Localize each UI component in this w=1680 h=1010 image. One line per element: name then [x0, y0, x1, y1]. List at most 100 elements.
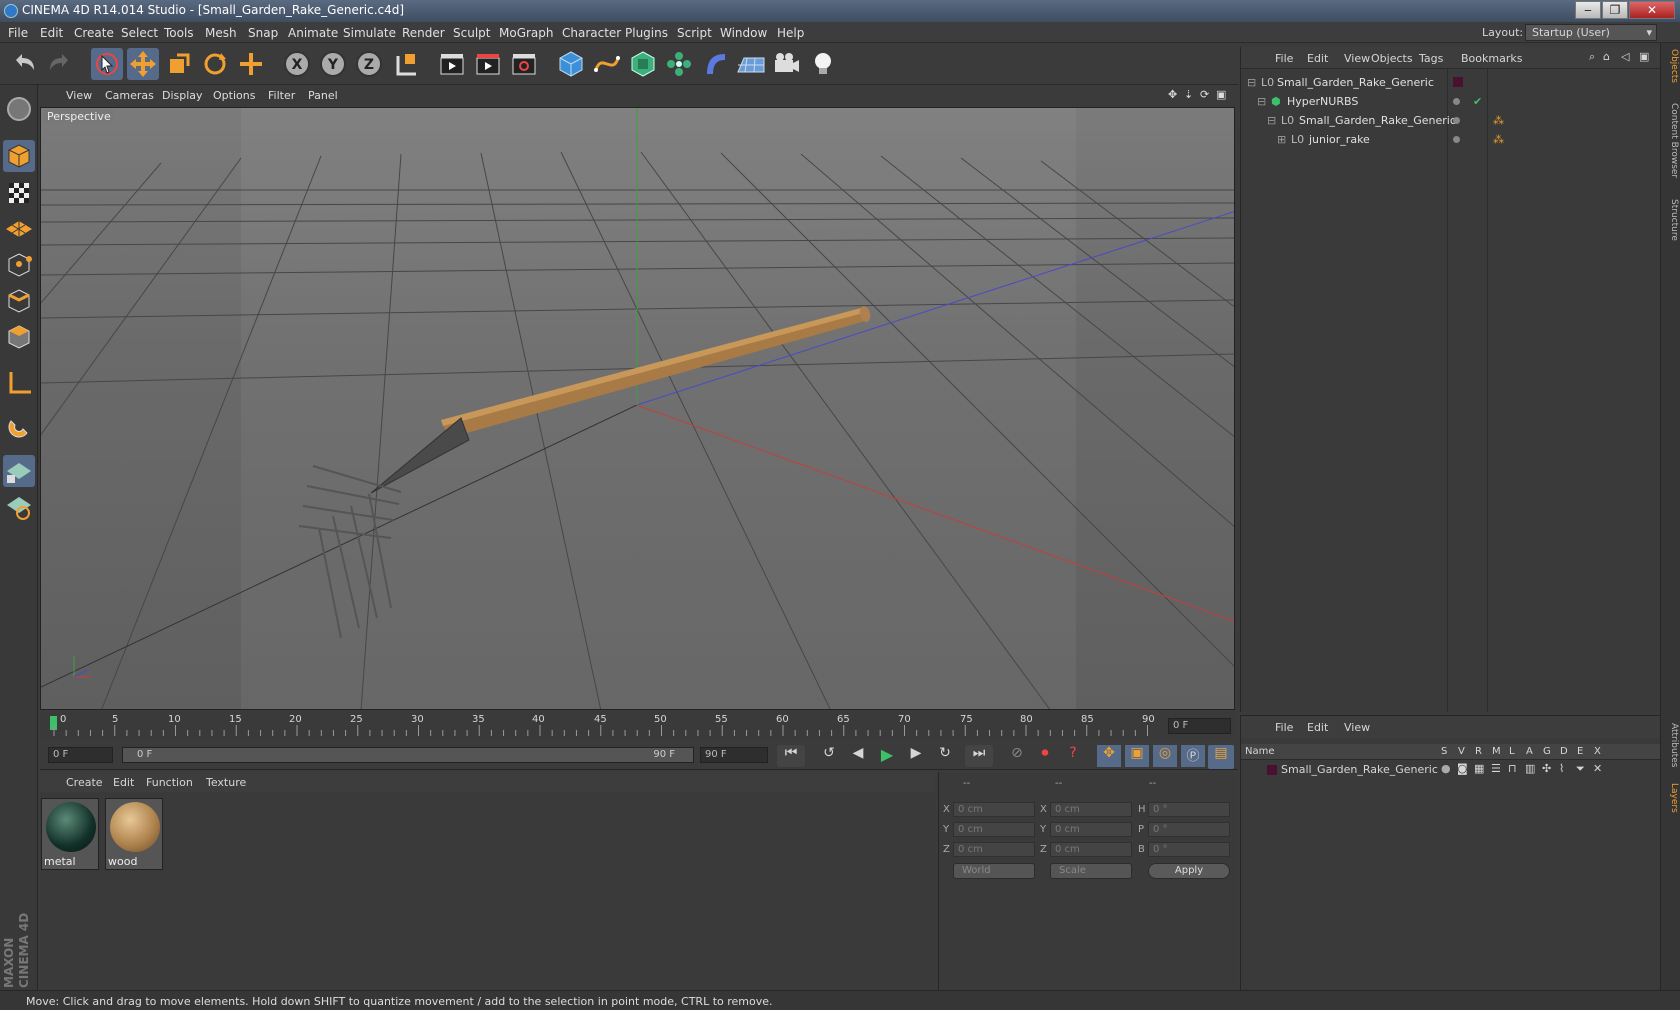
viewport-menu-options[interactable]: Options — [213, 89, 255, 102]
key-parameter-button[interactable]: Ⓟ — [1181, 745, 1205, 767]
object-menu-edit[interactable]: Edit — [1307, 52, 1328, 65]
menu-character[interactable]: Character — [562, 26, 621, 40]
size-y-field[interactable]: 0 cm — [1050, 822, 1132, 837]
nurbs-button[interactable] — [627, 48, 659, 80]
redo-button[interactable] — [44, 48, 76, 80]
viewport-menu-panel[interactable]: Panel — [308, 89, 338, 102]
maximize-view-icon[interactable]: ▣ — [1216, 88, 1226, 101]
render-picture-viewer-button[interactable] — [472, 48, 504, 80]
frame-range-slider[interactable]: 0 F 90 F — [122, 747, 694, 763]
menu-sculpt[interactable]: Sculpt — [453, 26, 490, 40]
layer-menu-edit[interactable]: Edit — [1307, 721, 1328, 734]
material-swatch-wood[interactable]: wood — [105, 798, 163, 870]
y-axis-button[interactable]: Y — [317, 48, 349, 80]
spline-pen-button[interactable] — [591, 48, 623, 80]
expand-icon[interactable]: ⊞ — [1277, 133, 1286, 146]
previous-frame-button[interactable]: ◀ — [845, 745, 871, 767]
manager-list-icon[interactable]: ☰ — [1491, 762, 1501, 775]
viewport-menu-display[interactable]: Display — [162, 89, 203, 102]
record-keys-button[interactable]: ⊘ — [1005, 745, 1029, 767]
viewport-menu-view[interactable]: View — [66, 89, 92, 102]
viewport-menu-filter[interactable]: Filter — [268, 89, 295, 102]
maximize-button[interactable]: ❐ — [1602, 1, 1628, 19]
viewport-menu-cameras[interactable]: Cameras — [105, 89, 154, 102]
close-button[interactable]: ✕ — [1629, 1, 1675, 19]
polygons-mode-button[interactable] — [3, 321, 35, 353]
size-x-field[interactable]: 0 cm — [1050, 802, 1132, 817]
search-icon[interactable]: ⌕ — [1589, 50, 1595, 64]
layer-row[interactable]: Small_Garden_Rake_Generic ● ◙ ▦ ☰ ⊓ ▥ ✣ … — [1241, 761, 1661, 779]
dolly-view-icon[interactable]: ⇣ — [1184, 88, 1193, 101]
solo-dot-icon[interactable]: ● — [1441, 762, 1451, 775]
object-menu-tags[interactable]: Tags — [1419, 52, 1443, 65]
menu-animate[interactable]: Animate — [288, 26, 338, 40]
go-to-end-button[interactable]: ⏭ — [965, 745, 993, 767]
live-selection-button[interactable] — [91, 48, 123, 80]
deformer-button[interactable] — [699, 48, 731, 80]
generator-icon[interactable]: ✣ — [1542, 762, 1551, 775]
animation-film-icon[interactable]: ▥ — [1525, 762, 1535, 775]
tab-layers[interactable]: Layers — [1663, 783, 1679, 813]
menu-window[interactable]: Window — [720, 26, 767, 40]
light-button[interactable] — [807, 48, 839, 80]
render-view-button[interactable] — [436, 48, 468, 80]
end-frame-field[interactable]: 90 F — [700, 747, 768, 763]
position-z-field[interactable]: 0 cm — [953, 842, 1035, 857]
expression-icon[interactable]: ⏷ — [1576, 762, 1585, 776]
menu-script[interactable]: Script — [677, 26, 712, 40]
size-mode-dropdown[interactable]: Scale — [1050, 863, 1132, 879]
key-scale-button[interactable]: ▣ — [1125, 745, 1149, 767]
object-menu-objects[interactable]: Objects — [1371, 52, 1413, 65]
tab-structure[interactable]: Structure — [1663, 199, 1679, 241]
workplane-button[interactable] — [3, 213, 35, 245]
lock-icon[interactable]: ⊓ — [1508, 762, 1517, 775]
xref-icon[interactable]: ✕ — [1593, 762, 1602, 775]
new-panel-icon[interactable]: ▣ — [1639, 50, 1649, 63]
key-rotation-button[interactable]: ◎ — [1153, 745, 1177, 767]
layout-select[interactable]: Startup (User) ▾ — [1525, 24, 1657, 41]
next-key-button[interactable]: ↻ — [932, 745, 958, 767]
tab-objects[interactable]: Objects — [1663, 49, 1679, 83]
menu-file[interactable]: File — [8, 26, 28, 40]
visibility-dot-icon[interactable] — [1453, 117, 1460, 124]
material-tag-icon[interactable]: ⁂ — [1493, 114, 1504, 127]
coordinate-system-button[interactable] — [391, 48, 423, 80]
object-menu-file[interactable]: File — [1275, 52, 1293, 65]
material-menu-edit[interactable]: Edit — [113, 776, 134, 789]
apply-button[interactable]: Apply — [1148, 863, 1230, 879]
visibility-dot-icon[interactable] — [1453, 98, 1460, 105]
timeline-button[interactable]: ▤ — [1208, 745, 1234, 769]
menu-edit[interactable]: Edit — [40, 26, 63, 40]
start-frame-field[interactable]: 0 F — [48, 747, 113, 763]
menu-create[interactable]: Create — [74, 26, 114, 40]
current-frame-field[interactable]: 0 F — [1168, 718, 1231, 734]
perspective-viewport[interactable]: Perspective — [40, 107, 1235, 710]
object-menu-view[interactable]: View — [1344, 52, 1370, 65]
move-tool-button[interactable] — [127, 48, 159, 80]
position-x-field[interactable]: 0 cm — [953, 802, 1035, 817]
snap-button[interactable] — [3, 411, 35, 443]
layer-color-swatch[interactable] — [1267, 765, 1277, 775]
enable-axis-button[interactable] — [3, 367, 35, 399]
x-axis-button[interactable]: X — [281, 48, 313, 80]
material-tag-icon[interactable]: ⁂ — [1493, 133, 1504, 146]
checkmark-icon[interactable]: ✔ — [1473, 95, 1482, 108]
previous-key-button[interactable]: ↺ — [816, 745, 842, 767]
render-settings-button[interactable] — [508, 48, 540, 80]
menu-tools[interactable]: Tools — [164, 26, 194, 40]
layer-color-swatch[interactable] — [1453, 77, 1463, 87]
menu-select[interactable]: Select — [121, 26, 158, 40]
menu-simulate[interactable]: Simulate — [343, 26, 396, 40]
floor-button[interactable] — [735, 48, 767, 80]
material-menu-create[interactable]: Create — [66, 776, 103, 789]
layer-menu-view[interactable]: View — [1344, 721, 1370, 734]
keyframe-selection-button[interactable]: ? — [1061, 745, 1085, 767]
object-row[interactable]: ⊞ L0 junior_rake ⁂ — [1241, 130, 1661, 149]
play-button[interactable]: ▶ — [874, 745, 900, 767]
minimize-button[interactable]: ‒ — [1575, 1, 1601, 19]
rotation-b-field[interactable]: 0 ° — [1148, 842, 1230, 857]
planar-workplane-button[interactable] — [3, 491, 35, 523]
menu-snap[interactable]: Snap — [248, 26, 278, 40]
camera-button[interactable] — [771, 48, 803, 80]
scale-tool-button[interactable] — [163, 48, 195, 80]
